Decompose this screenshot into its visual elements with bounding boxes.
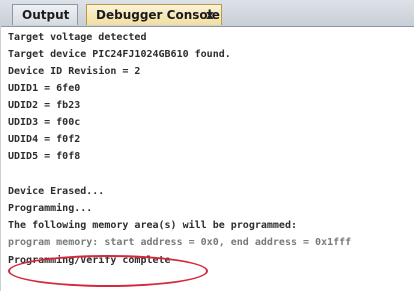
tab-output-label: Output — [22, 8, 70, 22]
console-output: Target voltage detected Target device PI… — [8, 30, 408, 285]
console-line: Target device PIC24FJ1024GB610 found. — [8, 49, 231, 60]
tab-output[interactable]: Output — [12, 4, 78, 25]
console-line: UDID5 = f0f8 — [8, 151, 81, 162]
close-icon[interactable]: x — [206, 5, 214, 25]
debugger-console-panel: Output Debugger Console x Target voltage… — [0, 0, 414, 291]
console-line: Target voltage detected — [8, 32, 147, 43]
console-line: UDID4 = f0f2 — [8, 134, 81, 145]
tab-debugger-console-label: Debugger Console — [96, 8, 220, 22]
panel-border — [0, 26, 1, 291]
console-line: UDID2 = fb23 — [8, 100, 81, 111]
tab-debugger-console[interactable]: Debugger Console x — [86, 4, 222, 25]
tab-bar: Output Debugger Console x — [0, 0, 414, 27]
console-line: Device Erased... — [8, 186, 105, 197]
console-line-complete: Programming/Verify complete — [8, 255, 171, 266]
console-line: Device ID Revision = 2 — [8, 66, 141, 77]
console-line: UDID1 = 6fe0 — [8, 83, 81, 94]
console-line: UDID3 = f00c — [8, 117, 81, 128]
console-line: program memory: start address = 0x0, end… — [8, 237, 352, 248]
console-line: The following memory area(s) will be pro… — [8, 220, 297, 231]
console-line: Programming... — [8, 203, 93, 214]
